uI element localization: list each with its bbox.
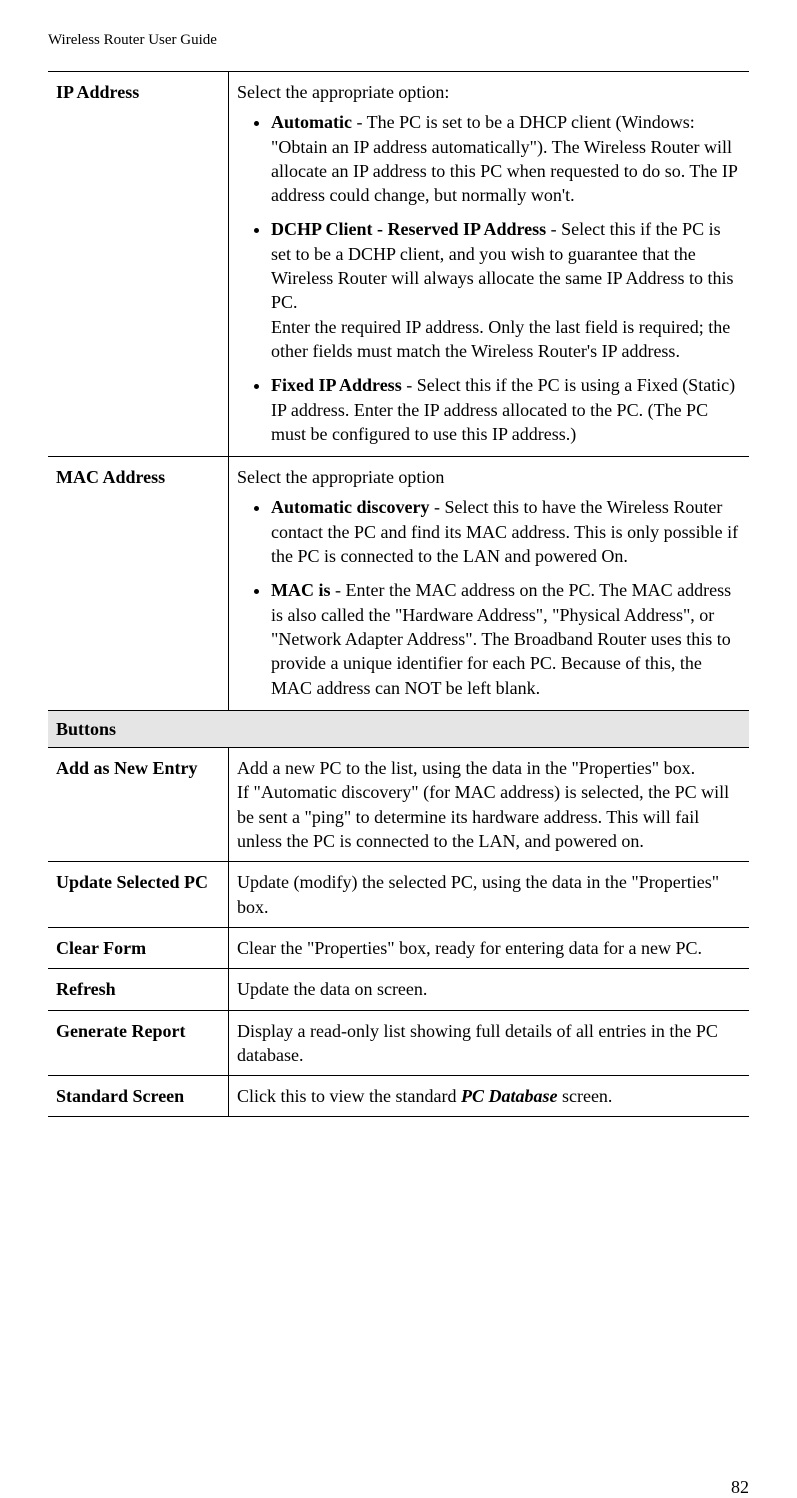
running-header: Wireless Router User Guide [48,32,749,49]
option-name: MAC is [271,580,331,600]
row-description: Update (modify) the selected PC, using t… [229,862,750,928]
row-label: MAC Address [48,457,229,711]
row-description: Select the appropriate option Automatic … [229,457,750,711]
row-add-as-new-entry: Add as New Entry Add a new PC to the lis… [48,748,749,862]
row-generate-report: Generate Report Display a read-only list… [48,1010,749,1076]
option-mac-is: MAC is - Enter the MAC address on the PC… [271,578,741,699]
row-mac-address: MAC Address Select the appropriate optio… [48,457,749,711]
row-description: Clear the "Properties" box, ready for en… [229,927,750,968]
option-text: - Enter the MAC address on the PC. The M… [271,580,731,697]
desc-after: screen. [557,1086,612,1106]
desc-line2: If "Automatic discovery" (for MAC addres… [237,782,729,851]
option-auto-discovery: Automatic discovery - Select this to hav… [271,495,741,568]
section-header-text: Buttons [48,710,749,747]
option-text-extra: Enter the required IP address. Only the … [271,317,730,361]
row-description: Display a read-only list showing full de… [229,1010,750,1076]
option-dchp-reserved: DCHP Client - Reserved IP Address - Sele… [271,217,741,363]
desc-before: Click this to view the standard [237,1086,461,1106]
document-page: Wireless Router User Guide IP Address Se… [0,0,797,1498]
row-label: IP Address [48,72,229,457]
option-automatic: Automatic - The PC is set to be a DHCP c… [271,110,741,207]
options-list: Automatic discovery - Select this to hav… [237,495,741,699]
row-description: Select the appropriate option: Automatic… [229,72,750,457]
reference-table: IP Address Select the appropriate option… [48,71,749,1117]
intro-text: Select the appropriate option: [237,80,741,104]
row-refresh: Refresh Update the data on screen. [48,969,749,1010]
row-label: Clear Form [48,927,229,968]
row-label: Refresh [48,969,229,1010]
intro-text: Select the appropriate option [237,465,741,489]
row-label: Generate Report [48,1010,229,1076]
row-standard-screen: Standard Screen Click this to view the s… [48,1076,749,1117]
option-name: Automatic discovery [271,497,429,517]
row-description: Click this to view the standard PC Datab… [229,1076,750,1117]
row-label: Add as New Entry [48,748,229,862]
section-header-buttons: Buttons [48,710,749,747]
desc-line1: Add a new PC to the list, using the data… [237,758,695,778]
row-clear-form: Clear Form Clear the "Properties" box, r… [48,927,749,968]
row-description: Update the data on screen. [229,969,750,1010]
row-label: Standard Screen [48,1076,229,1117]
row-description: Add a new PC to the list, using the data… [229,748,750,862]
option-fixed-ip: Fixed IP Address - Select this if the PC… [271,373,741,446]
desc-emph: PC Database [461,1086,558,1106]
row-ip-address: IP Address Select the appropriate option… [48,72,749,457]
option-name: Fixed IP Address [271,375,402,395]
options-list: Automatic - The PC is set to be a DHCP c… [237,110,741,446]
page-number: 82 [48,1477,749,1498]
row-label: Update Selected PC [48,862,229,928]
option-name: DCHP Client - Reserved IP Address [271,219,546,239]
row-update-selected-pc: Update Selected PC Update (modify) the s… [48,862,749,928]
option-name: Automatic [271,112,352,132]
